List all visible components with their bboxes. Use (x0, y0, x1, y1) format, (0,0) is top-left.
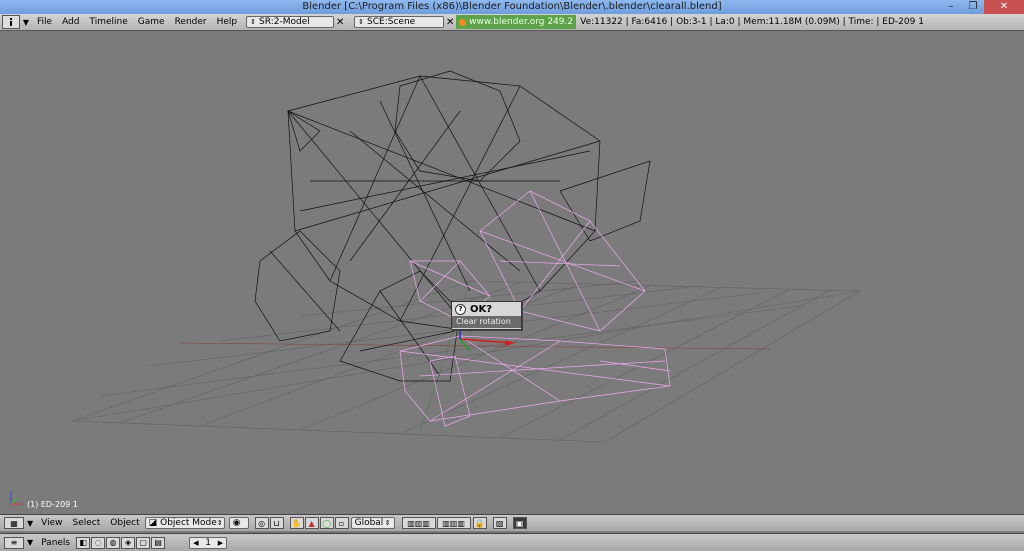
screen-name: SR:2-Model (259, 17, 310, 27)
layer-block-1[interactable]: ▥▥▥ (401, 517, 436, 529)
frame-field[interactable]: ◀ 1 ▶ (189, 536, 228, 549)
frame-number: 1 (205, 537, 211, 548)
maximize-button[interactable]: ❐ (962, 0, 984, 14)
site-label: www.blender.org 249.2 (469, 17, 574, 27)
scene-stats: Ve:11322 | Fa:6416 | Ob:3-1 | La:0 | Mem… (580, 17, 924, 27)
scene-selector[interactable]: ⇕ SCE:Scene (354, 16, 445, 28)
delete-screen-icon[interactable]: ✕ (334, 16, 346, 28)
buttons-window-header: ≡ ▼ Panels ◧ ◌ ◍ ◈ ▢ ▤ ◀ 1 ▶ (0, 533, 1024, 551)
scene-name: SCE:Scene (367, 17, 416, 27)
shading-icon[interactable]: ◍ (106, 536, 121, 549)
lock-icon[interactable]: 🔒 (472, 517, 487, 529)
editing-icon[interactable]: ▢ (136, 536, 151, 549)
confirm-popup: ? OK? Clear rotation (451, 301, 522, 330)
panels-menu[interactable]: Panels (36, 538, 75, 548)
shading-selector[interactable]: ◉ (228, 517, 249, 529)
mode-selector[interactable]: ◪ Object Mode ⇕ (144, 517, 225, 529)
collapse-menu-icon[interactable]: ▼ (27, 519, 33, 528)
menu-render[interactable]: Render (170, 17, 212, 27)
menu-object[interactable]: Object (105, 518, 144, 528)
mode-label: Object Mode (160, 518, 217, 528)
object-mode-icon: ◪ (148, 518, 158, 528)
updown-icon: ⇕ (358, 18, 365, 26)
info-icon (10, 18, 12, 26)
minimize-button[interactable]: – (940, 0, 962, 14)
window-title: Blender [C:\Program Files (x86)\Blender … (302, 1, 722, 12)
pivot-icon[interactable]: ◎ (254, 517, 269, 529)
frame-decrease-icon[interactable]: ◀ (193, 539, 198, 547)
3d-view-header: ▦ ▼ View Select Object ◪ Object Mode ⇕ ◉… (0, 514, 1024, 531)
3d-viewport[interactable]: (1) ED-209 1 (0, 31, 1024, 514)
window-title-bar: Blender [C:\Program Files (x86)\Blender … (0, 0, 1024, 14)
opengl-render-icon[interactable]: ▣ (512, 517, 527, 529)
menu-timeline[interactable]: Timeline (85, 17, 133, 27)
blender-site-link[interactable]: www.blender.org 249.2 (456, 15, 577, 29)
blender-logo-icon (459, 18, 467, 26)
editor-type-icon[interactable]: ≡ (4, 536, 24, 549)
axis-orientation-icon (10, 491, 22, 505)
snap-icon[interactable]: ⊔ (269, 517, 284, 529)
collapse-menu-icon[interactable]: ▼ (20, 18, 32, 27)
menu-file[interactable]: File (32, 17, 57, 27)
close-button[interactable]: ✕ (984, 0, 1024, 14)
menu-game[interactable]: Game (133, 17, 170, 27)
orientation-selector[interactable]: Global ⇕ (350, 517, 395, 529)
scene-icon[interactable]: ▤ (151, 536, 166, 549)
menu-help[interactable]: Help (212, 17, 243, 27)
clear-rotation-option[interactable]: Clear rotation (452, 316, 521, 328)
render-preview-icon[interactable]: ▨ (492, 517, 507, 529)
delete-scene-icon[interactable]: ✕ (444, 16, 456, 28)
script-icon[interactable]: ◌ (91, 536, 106, 549)
screen-selector[interactable]: ⇕ SR:2-Model (246, 16, 335, 28)
updown-icon: ⇕ (250, 18, 257, 26)
orientation-label: Global (354, 518, 384, 528)
rotate-icon[interactable]: ◯ (319, 517, 334, 529)
editor-type-icon[interactable]: ▦ (4, 517, 24, 529)
question-icon: ? (455, 303, 466, 315)
active-object-label: (1) ED-209 1 (27, 500, 78, 509)
menu-select[interactable]: Select (68, 518, 106, 528)
info-window-type-icon[interactable] (2, 15, 20, 29)
viewport-canvas[interactable] (0, 31, 1024, 514)
object-icon[interactable]: ◈ (121, 536, 136, 549)
scale-icon[interactable]: ▫ (334, 517, 349, 529)
updown-icon: ⇕ (216, 519, 223, 527)
robot-wireframe[interactable] (254, 70, 651, 382)
logic-icon[interactable]: ◧ (76, 536, 91, 549)
updown-icon: ⇕ (384, 519, 391, 527)
info-header: ▼ File Add Timeline Game Render Help ⇕ S… (0, 14, 1024, 31)
hand-icon[interactable]: ✋ (289, 517, 304, 529)
popup-title: OK? (470, 303, 493, 315)
menu-add[interactable]: Add (57, 17, 84, 27)
collapse-menu-icon[interactable]: ▼ (27, 538, 33, 547)
translate-icon[interactable]: ▲ (304, 517, 319, 529)
menu-view[interactable]: View (36, 518, 67, 528)
frame-increase-icon[interactable]: ▶ (218, 539, 223, 547)
layer-block-2[interactable]: ▥▥▥ (436, 517, 471, 529)
layer-buttons[interactable]: ▥▥▥ ▥▥▥ (401, 517, 471, 529)
